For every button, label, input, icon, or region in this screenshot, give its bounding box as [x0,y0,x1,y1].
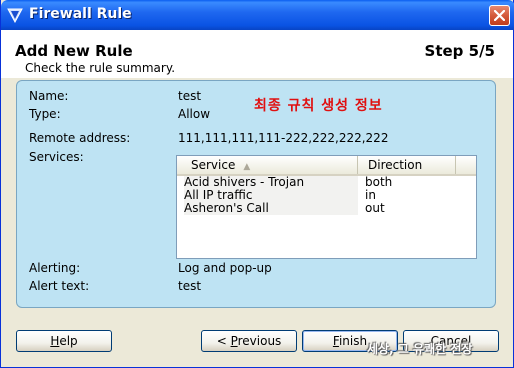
title-bar[interactable]: Firewall Rule [1,0,514,30]
remote-address-label: Remote address: [29,131,131,145]
watermark-text: 세상, 그 유쾌한 전장 [367,342,473,356]
firewall-shield-icon [7,8,23,23]
firewall-rule-dialog: Firewall Rule Add New Rule Check the rul… [0,0,514,368]
page-subtitle: Check the rule summary. [25,61,176,75]
alert-text-value: test [178,279,202,293]
column-header-service[interactable]: Service ▲ [177,156,358,174]
sort-ascending-icon: ▲ [243,162,251,172]
previous-button[interactable]: < Previous [201,330,297,352]
alerting-value: Log and pop-up [178,261,272,275]
step-indicator: Step 5/5 [424,42,495,60]
rule-summary-panel: Name: test Type: Allow 최종 규칙 생성 정보 Remot… [16,80,496,308]
name-label: Name: [29,89,69,103]
column-header-direction[interactable]: Direction [358,156,456,174]
type-label: Type: [29,107,61,121]
close-button[interactable] [489,5,510,26]
alert-text-label: Alert text: [29,279,90,293]
type-value: Allow [178,107,211,121]
table-row[interactable]: Asheron's Call out [177,202,476,215]
close-icon [494,10,505,21]
service-cell: Asheron's Call [184,202,358,215]
wizard-header: Add New Rule Check the rule summary. Ste… [1,30,513,78]
page-title: Add New Rule [15,42,133,60]
direction-cell: out [365,201,385,215]
help-button[interactable]: Help [16,330,112,352]
name-value: test [178,89,202,103]
window-title: Firewall Rule [29,6,132,22]
annotation-text: 최종 규칙 생성 정보 [254,98,383,114]
remote-address-value: 111,111,111,111-222,222,222,222 [178,131,389,145]
alerting-label: Alerting: [29,261,81,275]
services-list-header: Service ▲ Direction [177,156,476,176]
services-label: Services: [29,150,84,164]
services-list[interactable]: Service ▲ Direction Acid shivers - Trojan… [176,155,477,259]
